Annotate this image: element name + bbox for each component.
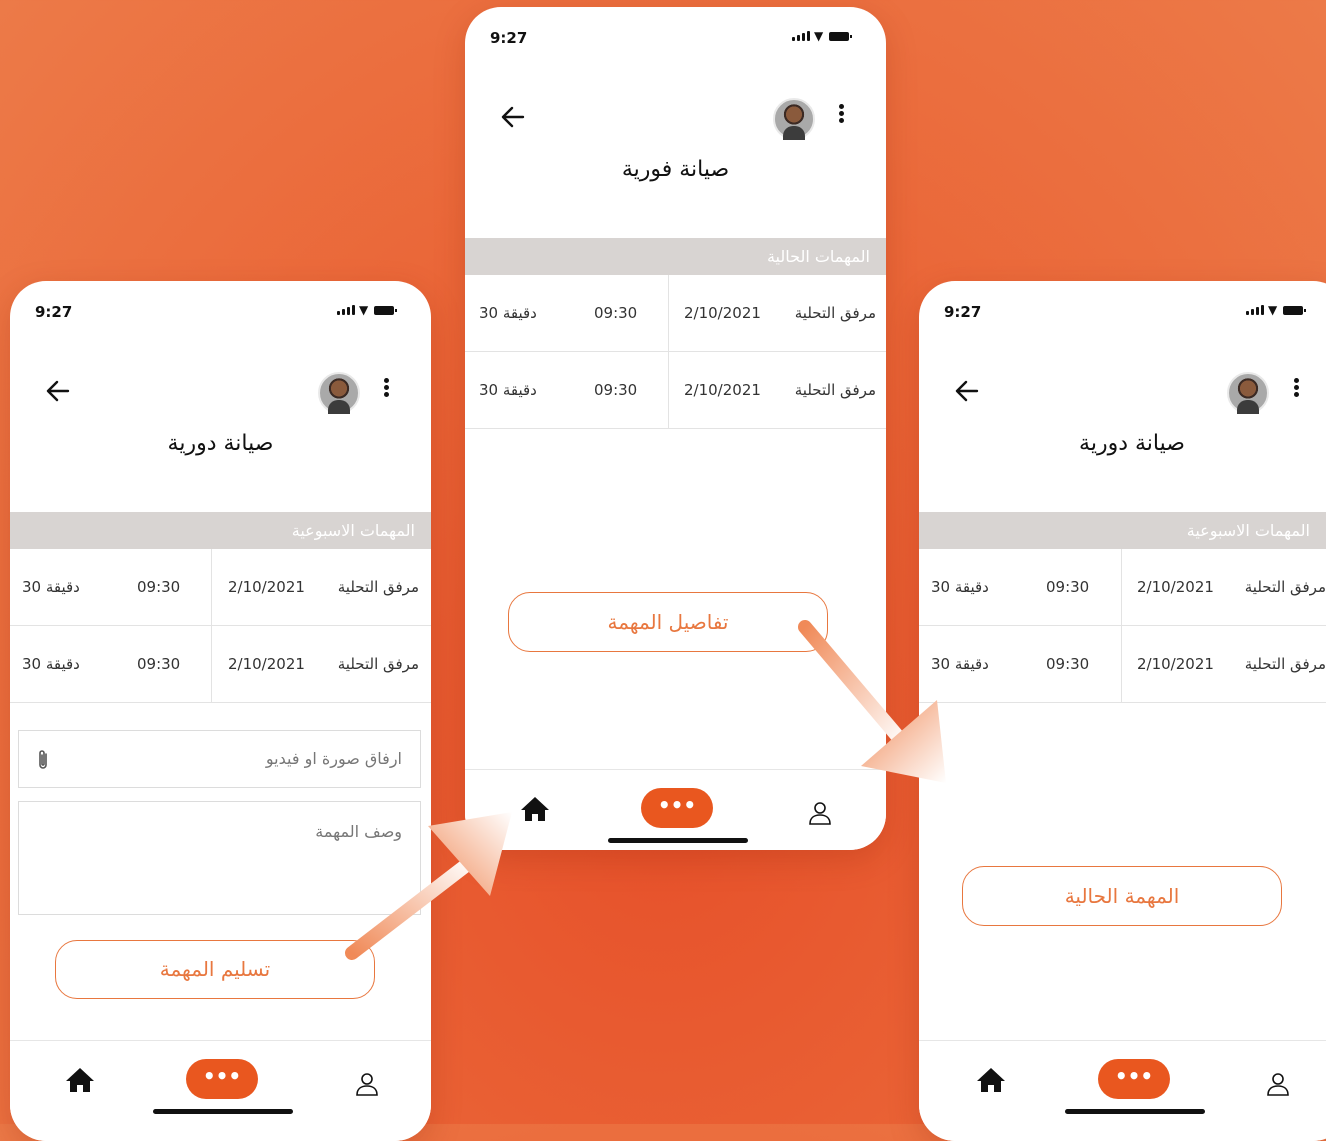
- home-indicator: [608, 838, 748, 843]
- status-icons: ▼: [1246, 303, 1307, 317]
- attach-placeholder: ارفاق صورة او فيديو: [265, 749, 402, 768]
- time-cell: 09:30: [594, 381, 638, 399]
- back-arrow-icon[interactable]: [43, 376, 73, 406]
- date-cell: 2/10/2021: [684, 381, 761, 399]
- more-button[interactable]: •••: [641, 788, 713, 828]
- signal-icon: [1246, 305, 1264, 315]
- table-row[interactable]: 30 دقيقة 09:30 2/10/2021 مرفق التحلية: [919, 549, 1326, 626]
- avatar[interactable]: [318, 372, 360, 414]
- current-task-button[interactable]: المهمة الحالية: [962, 866, 1282, 926]
- back-arrow-icon[interactable]: [952, 376, 982, 406]
- home-indicator: [153, 1109, 293, 1114]
- paperclip-icon[interactable]: [35, 748, 51, 772]
- attachment-cell: مرفق التحلية: [794, 381, 876, 399]
- section-header: المهمات الحالية: [465, 238, 886, 275]
- table-row[interactable]: 30 دقيقة 09:30 2/10/2021 مرفق التحلية: [465, 352, 886, 429]
- attachment-cell: مرفق التحلية: [1244, 578, 1326, 596]
- duration-cell: 30 دقيقة: [22, 655, 80, 673]
- description-placeholder: وصف المهمة: [315, 822, 402, 841]
- attachment-cell: مرفق التحلية: [337, 655, 419, 673]
- attachment-cell: مرفق التحلية: [337, 578, 419, 596]
- signal-icon: [337, 305, 355, 315]
- avatar[interactable]: [1227, 372, 1269, 414]
- home-icon[interactable]: [520, 795, 550, 823]
- kebab-menu-icon[interactable]: [384, 378, 390, 397]
- table-row[interactable]: 30 دقيقة 09:30 2/10/2021 مرفق التحلية: [465, 275, 886, 352]
- date-cell: 2/10/2021: [1137, 578, 1214, 596]
- wifi-icon: ▼: [1268, 303, 1278, 317]
- task-description-field[interactable]: وصف المهمة: [18, 801, 421, 915]
- page-title: صيانة دورية: [167, 431, 274, 456]
- status-time: 9:27: [490, 29, 528, 47]
- submit-task-button[interactable]: تسليم المهمة: [55, 940, 375, 999]
- duration-cell: 30 دقيقة: [479, 304, 537, 322]
- wifi-icon: ▼: [814, 29, 824, 43]
- task-details-button[interactable]: تفاصيل المهمة: [508, 592, 828, 652]
- signal-icon: [792, 31, 810, 41]
- battery-icon: [374, 306, 398, 315]
- date-cell: 2/10/2021: [1137, 655, 1214, 673]
- home-icon[interactable]: [976, 1066, 1006, 1094]
- back-arrow-icon[interactable]: [498, 102, 528, 132]
- bottom-nav: •••: [465, 769, 886, 850]
- user-icon[interactable]: [807, 800, 833, 826]
- left-phone-screen: 9:27 ▼ صيانة دورية المهمات الاسبوعية 30 …: [10, 281, 431, 1141]
- status-time: 9:27: [944, 303, 982, 321]
- status-icons: ▼: [792, 29, 853, 43]
- right-phone-screen: 9:27 ▼ صيانة دورية المهمات الاسبوعية 30 …: [919, 281, 1326, 1141]
- user-icon[interactable]: [354, 1071, 380, 1097]
- more-button[interactable]: •••: [186, 1059, 258, 1099]
- attach-media-field[interactable]: ارفاق صورة او فيديو: [18, 730, 421, 788]
- table-row[interactable]: 30 دقيقة 09:30 2/10/2021 مرفق التحلية: [919, 626, 1326, 703]
- kebab-menu-icon[interactable]: [839, 104, 845, 123]
- date-cell: 2/10/2021: [684, 304, 761, 322]
- battery-icon: [1283, 306, 1307, 315]
- time-cell: 09:30: [137, 655, 181, 673]
- section-header: المهمات الاسبوعية: [919, 512, 1326, 549]
- home-indicator: [1065, 1109, 1205, 1114]
- tasks-table: 30 دقيقة 09:30 2/10/2021 مرفق التحلية 30…: [919, 549, 1326, 703]
- table-row[interactable]: 30 دقيقة 09:30 2/10/2021 مرفق التحلية: [10, 626, 431, 703]
- middle-phone-screen: 9:27 ▼ صيانة فورية المهمات الحالية 30 دق…: [465, 7, 886, 850]
- duration-cell: 30 دقيقة: [931, 655, 989, 673]
- time-cell: 09:30: [1046, 578, 1090, 596]
- tasks-table: 30 دقيقة 09:30 2/10/2021 مرفق التحلية 30…: [465, 275, 886, 429]
- home-icon[interactable]: [65, 1066, 95, 1094]
- duration-cell: 30 دقيقة: [22, 578, 80, 596]
- attachment-cell: مرفق التحلية: [794, 304, 876, 322]
- kebab-menu-icon[interactable]: [1294, 378, 1300, 397]
- user-icon[interactable]: [1265, 1071, 1291, 1097]
- duration-cell: 30 دقيقة: [931, 578, 989, 596]
- bottom-nav: •••: [10, 1040, 431, 1141]
- status-time: 9:27: [35, 303, 73, 321]
- page-title: صيانة فورية: [621, 157, 730, 182]
- time-cell: 09:30: [594, 304, 638, 322]
- duration-cell: 30 دقيقة: [479, 381, 537, 399]
- bottom-nav: •••: [919, 1040, 1326, 1141]
- status-icons: ▼: [337, 303, 398, 317]
- wifi-icon: ▼: [359, 303, 369, 317]
- section-header: المهمات الاسبوعية: [10, 512, 431, 549]
- time-cell: 09:30: [1046, 655, 1090, 673]
- date-cell: 2/10/2021: [228, 655, 305, 673]
- attachment-cell: مرفق التحلية: [1244, 655, 1326, 673]
- tasks-table: 30 دقيقة 09:30 2/10/2021 مرفق التحلية 30…: [10, 549, 431, 703]
- battery-icon: [829, 32, 853, 41]
- date-cell: 2/10/2021: [228, 578, 305, 596]
- time-cell: 09:30: [137, 578, 181, 596]
- more-button[interactable]: •••: [1098, 1059, 1170, 1099]
- avatar[interactable]: [773, 98, 815, 140]
- page-title: صيانة دورية: [1079, 431, 1185, 456]
- table-row[interactable]: 30 دقيقة 09:30 2/10/2021 مرفق التحلية: [10, 549, 431, 626]
